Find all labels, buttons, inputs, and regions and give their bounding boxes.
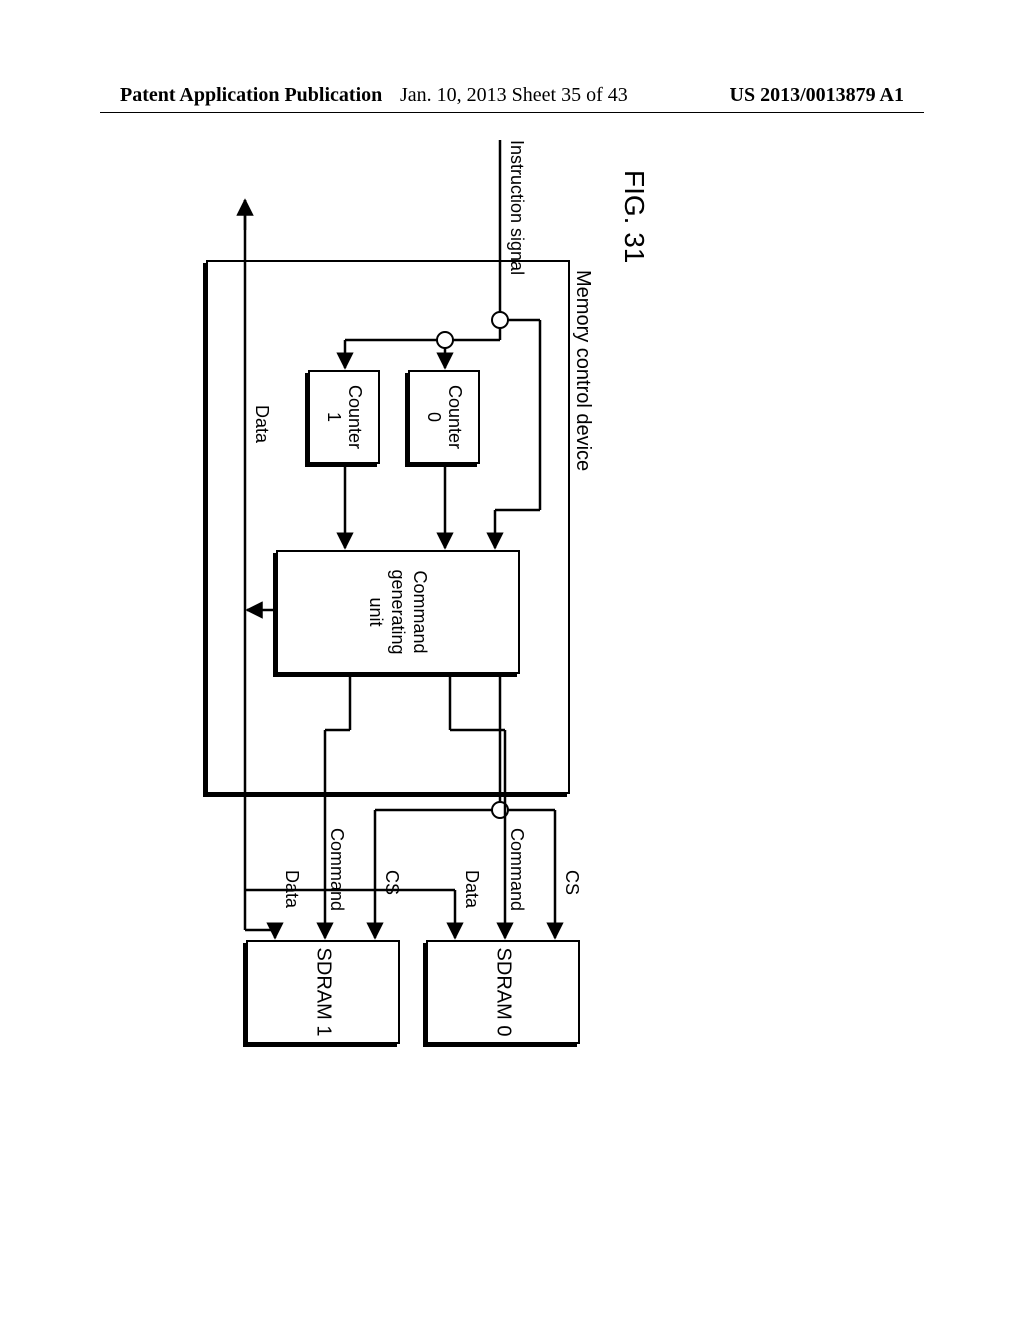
patent-header: Patent Application Publication Jan. 10, …	[0, 84, 1024, 114]
figure-connectors	[170, 170, 600, 1070]
header-center: Jan. 10, 2013 Sheet 35 of 43	[400, 84, 628, 107]
header-right: US 2013/0013879 A1	[730, 84, 904, 107]
header-rule	[100, 112, 924, 113]
header-left: Patent Application Publication	[120, 84, 382, 107]
figure-31: FIG. 31 Memory control device Counter 0 …	[170, 170, 600, 1070]
figure-label: FIG. 31	[618, 170, 650, 263]
